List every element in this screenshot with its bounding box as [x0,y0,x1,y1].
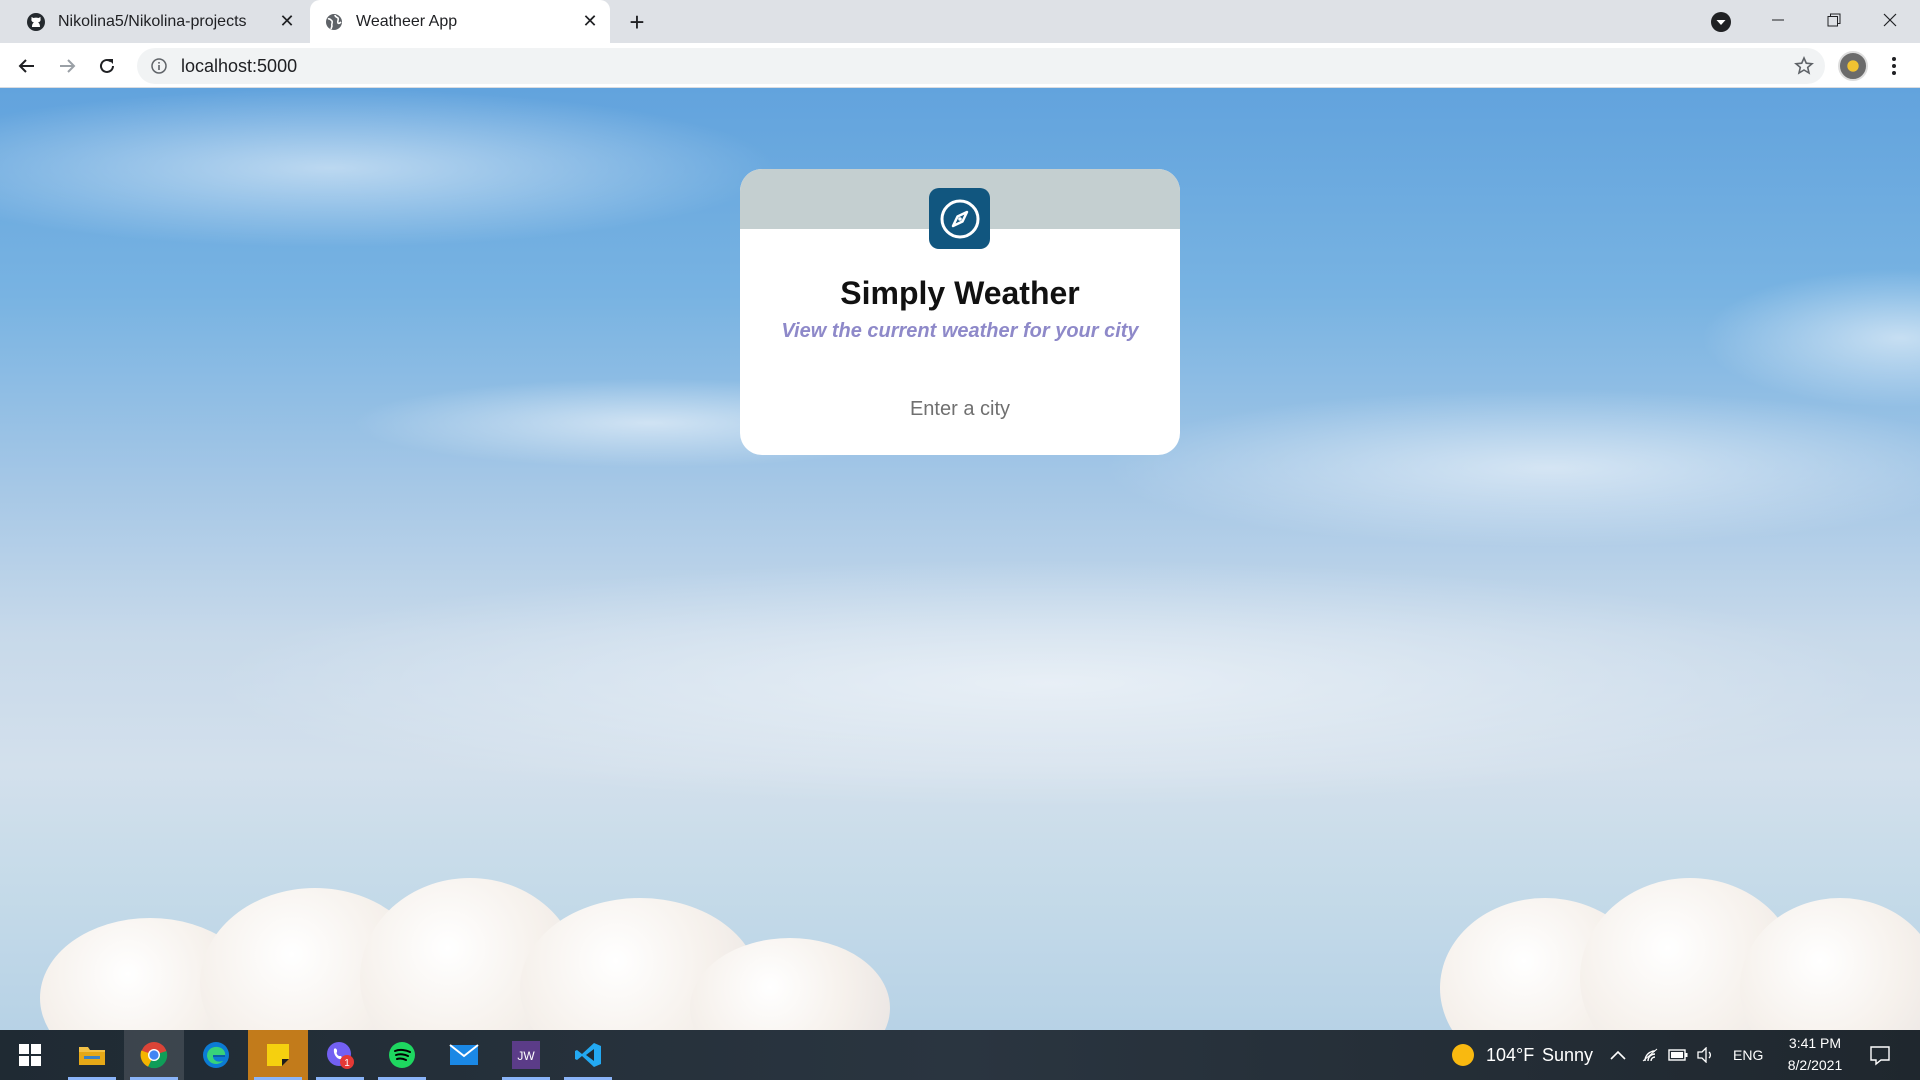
file-explorer-icon[interactable] [62,1030,122,1080]
jw-label: JW [517,1049,535,1063]
tab-close-icon[interactable]: ✕ [576,8,604,36]
info-icon[interactable] [149,56,169,76]
city-input[interactable] [810,391,1110,427]
chevron-up-icon[interactable] [1608,1045,1628,1065]
tab-title: Weatheer App [356,12,458,30]
tab-github[interactable]: Nikolina5/Nikolina-projects ✕ [12,0,307,43]
notification-icon[interactable] [1868,1043,1892,1067]
sticky-notes-icon[interactable] [248,1030,308,1080]
viber-icon[interactable]: 1 [310,1030,370,1080]
background-cloud [0,88,780,248]
volume-icon[interactable] [1696,1045,1716,1065]
start-icon[interactable] [0,1030,60,1080]
clock-date[interactable]: 8/2/2021 [1780,1057,1850,1073]
address-bar[interactable]: localhost:5000 [137,48,1825,84]
vscode-icon[interactable] [558,1030,618,1080]
github-icon [26,12,46,32]
page-viewport: Simply Weather View the current weather … [0,88,1920,1030]
forward-icon[interactable] [50,49,84,83]
minimize-icon[interactable] [1750,0,1806,40]
edge-icon[interactable] [186,1030,246,1080]
app-title: Simply Weather [840,275,1080,311]
battery-icon[interactable] [1668,1045,1688,1065]
spotify-icon[interactable] [372,1030,432,1080]
viber-badge: 1 [344,1058,350,1069]
language-indicator[interactable]: ENG [1733,1047,1763,1063]
background-cloud [200,558,1900,808]
restore-icon[interactable] [1806,0,1862,40]
tab-title: Nikolina5/Nikolina-projects [58,12,247,30]
sun-icon[interactable] [1450,1042,1476,1068]
browser-toolbar: localhost:5000 [0,43,1920,88]
url-text: localhost:5000 [181,55,298,76]
new-tab-button[interactable]: + [622,7,652,37]
close-window-icon[interactable] [1862,0,1918,40]
menu-dots-icon[interactable] [1880,51,1908,81]
wifi-icon[interactable] [1640,1045,1660,1065]
clock-time[interactable]: 3:41 PM [1785,1035,1845,1051]
chrome-icon[interactable] [124,1030,184,1080]
tab-weather-app[interactable]: Weatheer App ✕ [310,0,610,43]
reload-icon[interactable] [90,49,124,83]
bookmark-star-icon[interactable] [1793,55,1815,77]
tab-search-icon[interactable] [1708,9,1734,35]
back-icon[interactable] [10,49,44,83]
globe-icon [324,12,344,32]
mail-icon[interactable] [434,1030,494,1080]
background-cloud [1100,388,1920,548]
windows-taskbar: 1 JW 104°F Sunny ENG 3:41 PM 8/2/2021 [0,1030,1920,1080]
weather-temperature[interactable]: 104°F [1486,1045,1534,1066]
weather-card: Simply Weather View the current weather … [740,169,1180,455]
app-tagline: View the current weather for your city [781,320,1139,342]
weather-condition[interactable]: Sunny [1542,1045,1593,1066]
tab-close-icon[interactable]: ✕ [273,8,301,36]
compass-icon [929,188,990,249]
tab-strip: Nikolina5/Nikolina-projects ✕ Weatheer A… [0,0,1920,43]
background-cloud [1700,268,1920,408]
profile-avatar[interactable] [1838,51,1868,81]
jw-library-icon[interactable]: JW [496,1030,556,1080]
